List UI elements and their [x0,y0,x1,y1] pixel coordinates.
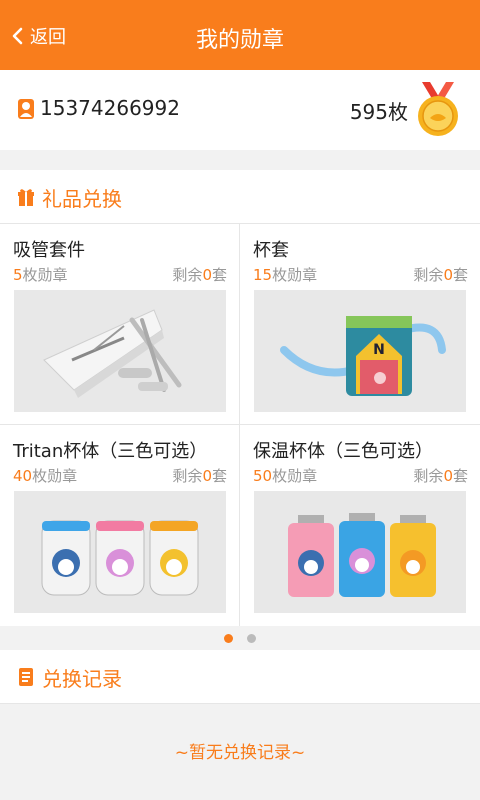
gift-item-cup-sleeve[interactable]: 杯套 15枚勋章 剩余0套 N [240,224,480,425]
page-title: 我的勋章 [195,28,284,53]
app-header: 返回 我的勋章 [0,0,480,70]
empty-records-text: ~暂无兑换记录~ [174,743,306,763]
gift-image-thermos-cup [254,491,466,613]
user-phone: 15374266992 [40,96,180,120]
gift-image-tritan-cup [14,491,226,613]
user-info-row: 15374266992 595枚 [0,70,480,150]
gift-icon [18,189,34,206]
gift-section-header: 礼品兑换 [0,170,480,224]
gift-price: 5枚勋章 [13,266,68,284]
gift-grid: 吸管套件 5枚勋章 剩余0套 杯套 15枚勋章 剩余0套 N Tritan杯体（… [0,224,480,626]
carousel-pager [0,626,480,650]
gift-name: 吸管套件 [13,240,85,261]
records-section-header: 兑换记录 [0,650,480,704]
gift-item-thermos-cup[interactable]: 保温杯体（三色可选） 50枚勋章 剩余0套 [240,425,480,626]
gift-stock: 剩余0套 [172,266,227,284]
gift-stock: 剩余0套 [413,266,468,284]
gift-item-tritan-cup[interactable]: Tritan杯体（三色可选） 40枚勋章 剩余0套 [0,425,240,626]
records-section-title: 兑换记录 [42,667,122,691]
gift-price: 15枚勋章 [253,266,318,284]
gift-stock: 剩余0套 [413,467,468,485]
medal-icon [418,82,458,136]
gift-name: 杯套 [253,240,289,261]
gift-price: 50枚勋章 [253,467,318,485]
medal-count: 595枚 [349,100,408,124]
gift-name: 保温杯体（三色可选） [253,441,433,462]
gift-image-cup-sleeve: N [254,290,466,412]
pager-dot-1[interactable] [224,633,233,643]
gift-name: Tritan杯体（三色可选） [13,441,208,462]
gift-item-straw-kit[interactable]: 吸管套件 5枚勋章 剩余0套 [0,224,240,425]
pager-dot-2[interactable] [247,633,256,643]
user-icon [18,99,34,119]
gift-price: 40枚勋章 [13,467,78,485]
gift-stock: 剩余0套 [172,467,227,485]
gift-image-straw-kit [14,290,226,412]
records-empty-state: ~暂无兑换记录~ [0,704,480,800]
record-list-icon [19,668,33,686]
gift-section-title: 礼品兑换 [42,187,122,211]
svg-text:N: N [373,342,385,358]
